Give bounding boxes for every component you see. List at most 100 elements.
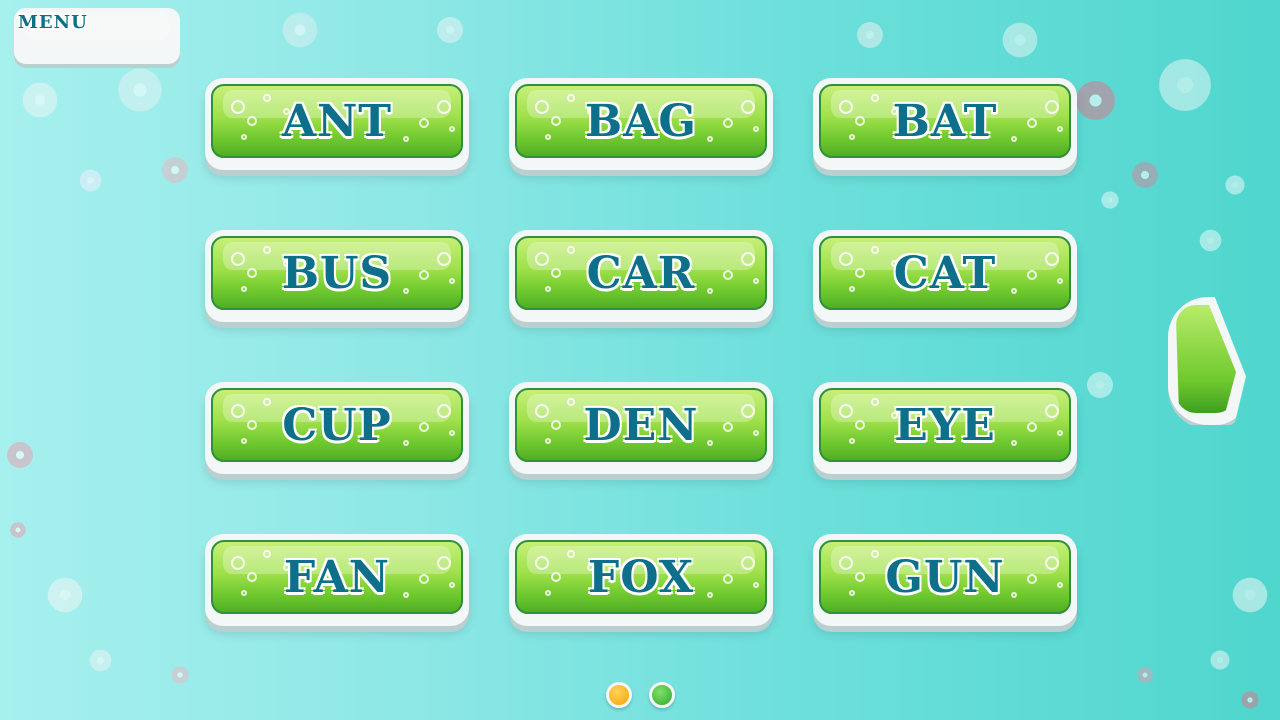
bubble-decoration: [263, 94, 271, 102]
bubble-decoration: [741, 252, 755, 266]
flower-decoration: [115, 65, 165, 115]
bubble-decoration: [1011, 592, 1017, 598]
word-button-fox[interactable]: FOX: [509, 534, 773, 626]
bubble-decoration: [535, 556, 549, 570]
bubble-decoration: [741, 100, 755, 114]
flower-decoration: [5, 440, 35, 470]
bubble-decoration: [419, 422, 429, 432]
bubble-decoration: [707, 136, 713, 142]
bubble-decoration: [855, 268, 865, 278]
word-label: DEN: [583, 399, 699, 451]
bubble-decoration: [403, 136, 409, 142]
bubble-decoration: [449, 126, 455, 132]
next-arrow-icon: [1176, 305, 1236, 413]
bubble-decoration: [241, 438, 247, 444]
word-button-eye[interactable]: EYE: [813, 382, 1077, 474]
bubble-decoration: [849, 438, 855, 444]
bubble-decoration: [1011, 136, 1017, 142]
bubble-decoration: [263, 246, 271, 254]
flower-decoration: [160, 155, 190, 185]
word-button-bat[interactable]: BAT: [813, 78, 1077, 170]
bubble-decoration: [839, 404, 853, 418]
word-button-bus[interactable]: BUS: [205, 230, 469, 322]
word-button-face: EYE: [819, 388, 1071, 462]
word-label: CUP: [282, 399, 392, 451]
bubble-decoration: [839, 252, 853, 266]
word-button-fan[interactable]: FAN: [205, 534, 469, 626]
bubble-decoration: [437, 556, 451, 570]
word-button-face: ANT: [211, 84, 463, 158]
bubble-decoration: [871, 246, 879, 254]
menu-button[interactable]: MENU: [14, 8, 180, 64]
bubble-decoration: [241, 286, 247, 292]
word-button-ant[interactable]: ANT: [205, 78, 469, 170]
flower-decoration: [1100, 190, 1120, 210]
bubble-decoration: [449, 278, 455, 284]
bubble-decoration: [247, 572, 257, 582]
bubble-decoration: [535, 252, 549, 266]
word-button-cup[interactable]: CUP: [205, 382, 469, 474]
bubble-decoration: [855, 572, 865, 582]
flower-decoration: [1209, 649, 1231, 671]
flower-decoration: [1224, 174, 1246, 196]
bubble-decoration: [723, 270, 733, 280]
flower-decoration: [1155, 55, 1215, 115]
bubble-decoration: [1057, 278, 1063, 284]
bubble-decoration: [263, 398, 271, 406]
bubble-decoration: [753, 278, 759, 284]
bubble-decoration: [545, 286, 551, 292]
bubble-decoration: [1057, 430, 1063, 436]
word-button-face: DEN: [515, 388, 767, 462]
word-button-face: BAT: [819, 84, 1071, 158]
bubble-decoration: [241, 134, 247, 140]
bubble-decoration: [545, 438, 551, 444]
bubble-decoration: [231, 556, 245, 570]
bubble-decoration: [1045, 556, 1059, 570]
flower-decoration: [1000, 20, 1040, 60]
flower-decoration: [20, 80, 60, 120]
bubble-decoration: [707, 288, 713, 294]
bubble-decoration: [1027, 574, 1037, 584]
flower-decoration: [435, 15, 465, 45]
bubble-decoration: [403, 440, 409, 446]
bubble-decoration: [855, 420, 865, 430]
page-dot-1-active[interactable]: [606, 682, 632, 708]
bubble-decoration: [419, 118, 429, 128]
bubble-decoration: [231, 100, 245, 114]
flower-decoration: [1072, 77, 1118, 123]
page-dot-2[interactable]: [649, 682, 675, 708]
bubble-decoration: [545, 134, 551, 140]
flower-decoration: [45, 575, 85, 615]
word-button-face: CAT: [819, 236, 1071, 310]
word-button-bag[interactable]: BAG: [509, 78, 773, 170]
flower-decoration: [1130, 160, 1160, 190]
bubble-decoration: [753, 582, 759, 588]
bubble-decoration: [449, 582, 455, 588]
word-button-cat[interactable]: CAT: [813, 230, 1077, 322]
bubble-decoration: [723, 574, 733, 584]
bubble-decoration: [551, 572, 561, 582]
bubble-decoration: [247, 268, 257, 278]
word-button-gun[interactable]: GUN: [813, 534, 1077, 626]
flower-decoration: [280, 10, 320, 50]
bubble-decoration: [551, 268, 561, 278]
bubble-decoration: [567, 398, 575, 406]
bubble-decoration: [437, 252, 451, 266]
bubble-decoration: [231, 252, 245, 266]
bubble-decoration: [1057, 582, 1063, 588]
word-button-den[interactable]: DEN: [509, 382, 773, 474]
bubble-decoration: [567, 246, 575, 254]
bubble-decoration: [437, 100, 451, 114]
next-page-button[interactable]: [1168, 297, 1246, 425]
bubble-decoration: [247, 420, 257, 430]
bubble-decoration: [1045, 252, 1059, 266]
flower-decoration: [1230, 575, 1270, 615]
bubble-decoration: [437, 404, 451, 418]
word-button-face: CUP: [211, 388, 463, 462]
bubble-decoration: [871, 398, 879, 406]
word-button-car[interactable]: CAR: [509, 230, 773, 322]
flower-decoration: [855, 20, 885, 50]
word-button-face: BAG: [515, 84, 767, 158]
bubble-decoration: [403, 288, 409, 294]
bubble-decoration: [855, 116, 865, 126]
